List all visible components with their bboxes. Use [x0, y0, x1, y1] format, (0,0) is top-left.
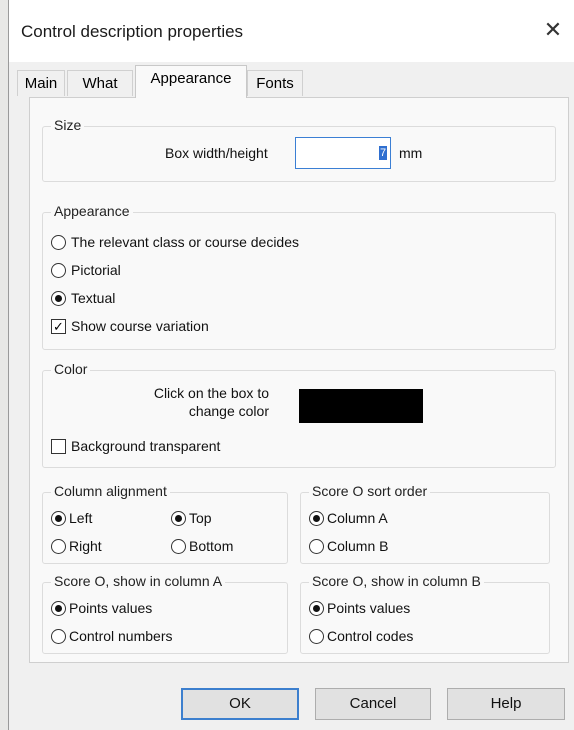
radio-sort-column-b-label: Column B	[327, 538, 389, 554]
help-button[interactable]: Help	[447, 688, 565, 720]
size-group: Size Box width/height 7 mm	[42, 117, 556, 182]
radio-col-b-points[interactable]	[309, 601, 324, 616]
color-legend: Color	[51, 361, 91, 377]
title-bar: Control description properties ✕	[9, 0, 574, 62]
window-title: Control description properties	[21, 22, 244, 41]
radio-align-right[interactable]	[51, 539, 66, 554]
radio-align-top[interactable]	[171, 511, 186, 526]
score-column-a-legend: Score O, show in column A	[51, 573, 226, 589]
color-hint-line1: Click on the box to	[153, 385, 269, 401]
box-size-value: 7	[379, 146, 387, 160]
size-legend: Size	[51, 117, 85, 133]
color-group: Color Click on the box to change color B…	[42, 361, 556, 468]
dialog-window: Control description properties ✕ Main Wh…	[8, 0, 574, 730]
radio-sort-column-a[interactable]	[309, 511, 324, 526]
background-transparent-checkbox[interactable]	[51, 439, 66, 454]
column-alignment-legend: Column alignment	[51, 483, 170, 499]
radio-col-a-points[interactable]	[51, 601, 66, 616]
radio-sort-column-a-label: Column A	[327, 510, 388, 526]
show-variation-label: Show course variation	[71, 318, 209, 334]
radio-sort-column-b[interactable]	[309, 539, 324, 554]
radio-align-left[interactable]	[51, 511, 66, 526]
show-variation-checkbox[interactable]: ✓	[51, 319, 66, 334]
appearance-panel: Size Box width/height 7 mm Appearance Th…	[29, 97, 569, 663]
radio-align-bottom-label: Bottom	[189, 538, 234, 554]
radio-col-b-control-codes-label: Control codes	[327, 628, 414, 644]
box-size-unit: mm	[399, 145, 423, 161]
close-icon[interactable]: ✕	[541, 18, 565, 42]
appearance-legend: Appearance	[51, 203, 133, 219]
appearance-group: Appearance The relevant class or course …	[42, 203, 556, 350]
box-size-label: Box width/height	[165, 145, 268, 161]
score-sort-group: Score O sort order Column A Column B	[300, 483, 550, 564]
score-sort-legend: Score O sort order	[309, 483, 431, 499]
cancel-button[interactable]: Cancel	[315, 688, 431, 720]
score-column-a-group: Score O, show in column A Points values …	[42, 573, 288, 654]
ok-button[interactable]: OK	[181, 688, 299, 720]
background-transparent-label: Background transparent	[71, 438, 221, 454]
tab-fonts[interactable]: Fonts	[247, 70, 303, 96]
tab-strip: Main What Appearance Fonts	[9, 62, 574, 98]
radio-col-a-control-numbers[interactable]	[51, 629, 66, 644]
tab-main[interactable]: Main	[17, 70, 65, 96]
color-hint-line2: change color	[188, 403, 269, 419]
color-swatch[interactable]	[299, 389, 423, 423]
radio-align-left-label: Left	[69, 510, 93, 526]
radio-class-decides-label: The relevant class or course decides	[71, 234, 299, 250]
score-column-b-legend: Score O, show in column B	[309, 573, 484, 589]
radio-textual-label: Textual	[71, 290, 116, 306]
radio-col-a-control-numbers-label: Control numbers	[69, 628, 173, 644]
tab-what[interactable]: What	[67, 70, 133, 96]
radio-align-top-label: Top	[189, 510, 212, 526]
radio-align-right-label: Right	[69, 538, 102, 554]
box-size-input[interactable]: 7	[295, 137, 391, 169]
score-column-b-group: Score O, show in column B Points values …	[300, 573, 550, 654]
column-alignment-group: Column alignment Left Top Right Bottom	[42, 483, 288, 564]
radio-col-b-control-codes[interactable]	[309, 629, 324, 644]
tab-appearance[interactable]: Appearance	[135, 65, 247, 98]
radio-pictorial[interactable]	[51, 263, 66, 278]
radio-pictorial-label: Pictorial	[71, 262, 121, 278]
radio-col-b-points-label: Points values	[327, 600, 411, 616]
radio-align-bottom[interactable]	[171, 539, 186, 554]
radio-col-a-points-label: Points values	[69, 600, 153, 616]
radio-class-decides[interactable]	[51, 235, 66, 250]
radio-textual[interactable]	[51, 291, 66, 306]
